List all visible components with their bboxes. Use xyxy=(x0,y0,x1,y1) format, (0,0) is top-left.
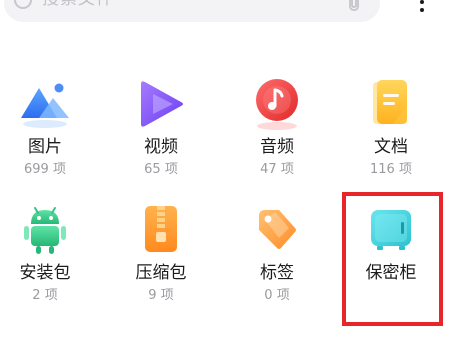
image-icon xyxy=(21,83,69,128)
audio-icon xyxy=(256,79,298,130)
category-count: 0 项 xyxy=(264,288,290,303)
android-icon xyxy=(24,207,66,254)
category-label: 标签 xyxy=(260,263,294,283)
category-images[interactable]: 图片 699 项 xyxy=(0,76,100,201)
tag-icon xyxy=(259,210,296,249)
category-tags[interactable]: 标签 0 项 xyxy=(222,210,332,335)
category-count: 116 项 xyxy=(370,162,412,177)
paperclip-icon[interactable] xyxy=(344,0,364,13)
document-icon xyxy=(373,80,407,124)
category-archives[interactable]: 压缩包 9 项 xyxy=(106,206,216,335)
category-label: 图片 xyxy=(28,137,62,157)
category-count: 2 项 xyxy=(32,288,58,303)
more-options-icon[interactable] xyxy=(418,0,426,18)
highlight-box xyxy=(342,192,443,326)
category-label: 音频 xyxy=(260,137,294,157)
video-icon xyxy=(141,81,183,127)
category-label: 文档 xyxy=(374,137,408,157)
category-label: 安装包 xyxy=(19,263,71,283)
category-count: 47 项 xyxy=(260,162,294,177)
search-icon xyxy=(14,0,32,9)
category-installers[interactable]: 安装包 2 项 xyxy=(0,207,100,335)
category-audio[interactable]: 音频 47 项 xyxy=(222,76,332,201)
search-input[interactable]: 搜索文件 xyxy=(42,0,114,9)
category-documents[interactable]: 文档 116 项 xyxy=(336,76,446,201)
category-count: 65 项 xyxy=(144,162,178,177)
category-label: 视频 xyxy=(144,137,178,157)
category-count: 699 项 xyxy=(24,162,66,177)
category-label: 压缩包 xyxy=(135,263,187,283)
search-bar[interactable]: 搜索文件 xyxy=(4,0,380,22)
zip-icon xyxy=(145,206,177,252)
category-count: 9 项 xyxy=(148,288,174,303)
category-videos[interactable]: 视频 65 项 xyxy=(106,76,216,201)
